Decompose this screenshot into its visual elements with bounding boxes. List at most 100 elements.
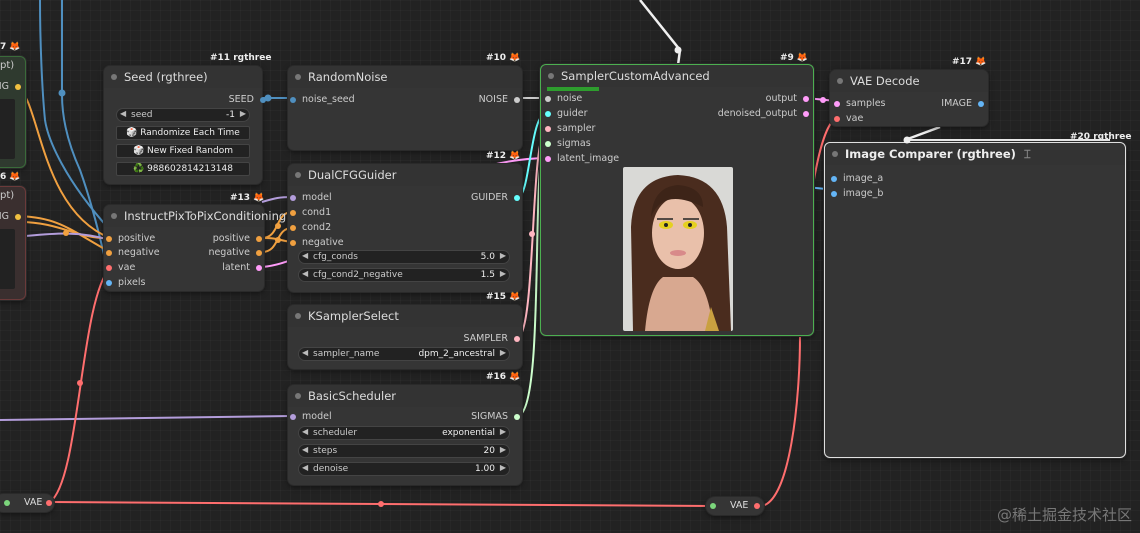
dual-cfg-badge: #12 🦊 bbox=[486, 151, 521, 161]
increment-icon: ▶ bbox=[499, 251, 506, 260]
random-noise-node[interactable]: RandomNoise noise_seed NOISE bbox=[288, 66, 522, 150]
decrement-icon: ◀ bbox=[302, 445, 309, 454]
basic-scheduler-badge: #16 🦊 bbox=[486, 372, 521, 382]
ip2p-output-latent[interactable]: latent bbox=[222, 262, 262, 273]
vae-decode-output-image[interactable]: IMAGE bbox=[941, 98, 984, 109]
partial-node-mid-badge: 6 🦊 bbox=[0, 172, 21, 182]
decrement-icon: ◀ bbox=[120, 109, 127, 118]
partial-node-top-output[interactable]: NG bbox=[0, 81, 21, 92]
reroute-out-dot bbox=[754, 503, 760, 509]
dual-cfg-input-cond2[interactable]: cond2 bbox=[290, 222, 331, 233]
ip2p-input-positive[interactable]: positive bbox=[106, 233, 155, 244]
portrait-illustration bbox=[623, 167, 733, 331]
partial-node-top-label: pt) bbox=[0, 60, 15, 71]
cursor-icon: ⌶ bbox=[1023, 147, 1031, 161]
image-comparer-badge: #20 rgthree bbox=[1070, 132, 1132, 142]
seed-widget[interactable]: ◀ seed -1 ▶ bbox=[116, 108, 250, 122]
random-noise-title[interactable]: RandomNoise bbox=[288, 66, 522, 88]
decrement-icon: ◀ bbox=[302, 463, 309, 472]
sampler-name-widget[interactable]: ◀ sampler_name dpm_2_ancestral ▶ bbox=[298, 347, 510, 361]
new-fixed-random-button[interactable]: 🎲 New Fixed Random bbox=[116, 144, 250, 158]
progress-bar bbox=[547, 87, 599, 91]
reroute-in-dot bbox=[4, 500, 10, 506]
dual-cfg-title[interactable]: DualCFGGuider bbox=[288, 164, 522, 186]
reroute-out-dot bbox=[46, 500, 52, 506]
vae-decode-badge: #17 🦊 bbox=[952, 57, 987, 67]
seed-output[interactable]: SEED bbox=[229, 94, 266, 105]
increment-icon: ▶ bbox=[499, 463, 506, 472]
image-comparer-node[interactable]: Image Comparer (rgthree) ⌶ image_a image_… bbox=[824, 142, 1126, 458]
ksampler-select-output[interactable]: SAMPLER bbox=[463, 333, 520, 344]
vae-reroute-left[interactable]: VAE bbox=[0, 494, 54, 512]
image-comparer-input-b[interactable]: image_b bbox=[831, 188, 883, 199]
increment-icon: ▶ bbox=[499, 445, 506, 454]
random-noise-input-noise-seed[interactable]: noise_seed bbox=[290, 94, 355, 105]
dual-cfg-output-guider[interactable]: GUIDER bbox=[471, 192, 520, 203]
ksampler-select-node[interactable]: KSamplerSelect SAMPLER ◀ sampler_name dpm_… bbox=[288, 305, 522, 369]
increment-icon: ▶ bbox=[239, 109, 246, 118]
sampler-custom-input-sampler[interactable]: sampler bbox=[545, 123, 595, 134]
cfg-cond2-negative-widget[interactable]: ◀ cfg_cond2_negative 1.5 ▶ bbox=[298, 268, 510, 282]
basic-scheduler-input-model[interactable]: model bbox=[290, 411, 332, 422]
decrement-icon: ◀ bbox=[302, 348, 309, 357]
vae-decode-input-samples[interactable]: samples bbox=[834, 98, 886, 109]
randomize-each-time-button[interactable]: 🎲 Randomize Each Time bbox=[116, 126, 250, 140]
vae-decode-input-vae[interactable]: vae bbox=[834, 113, 863, 124]
partial-node-top-badge: 7 🦊 bbox=[0, 42, 21, 52]
cfg-conds-widget[interactable]: ◀ cfg_conds 5.0 ▶ bbox=[298, 250, 510, 264]
decrement-icon: ◀ bbox=[302, 269, 309, 278]
preview-image bbox=[623, 167, 733, 331]
seed-node-title[interactable]: Seed (rgthree) bbox=[104, 66, 262, 88]
ip2p-output-negative[interactable]: negative bbox=[208, 247, 262, 258]
ip2p-input-pixels[interactable]: pixels bbox=[106, 277, 145, 288]
dual-cfg-input-negative[interactable]: negative bbox=[290, 237, 344, 248]
sampler-custom-node[interactable]: SamplerCustomAdvanced noise guider sampl… bbox=[540, 64, 814, 336]
basic-scheduler-node[interactable]: BasicScheduler model SIGMAS ◀ scheduler ex… bbox=[288, 385, 522, 485]
partial-node-top-body bbox=[0, 99, 15, 159]
scheduler-widget[interactable]: ◀ scheduler exponential ▶ bbox=[298, 426, 510, 440]
partial-node-mid-body bbox=[0, 229, 15, 289]
ip2p-node[interactable]: InstructPixToPixConditioning positive ne… bbox=[104, 205, 286, 291]
image-comparer-input-a[interactable]: image_a bbox=[831, 173, 883, 184]
decrement-icon: ◀ bbox=[302, 251, 309, 260]
vae-decode-node[interactable]: VAE Decode samples vae IMAGE bbox=[830, 70, 988, 126]
ksampler-select-title[interactable]: KSamplerSelect bbox=[288, 305, 522, 327]
reroute-in-dot bbox=[710, 503, 716, 509]
seed-node-badge: #11 rgthree bbox=[210, 53, 272, 63]
increment-icon: ▶ bbox=[499, 269, 506, 278]
increment-icon: ▶ bbox=[499, 427, 506, 436]
sampler-custom-input-noise[interactable]: noise bbox=[545, 93, 582, 104]
increment-icon: ▶ bbox=[499, 348, 506, 357]
random-noise-badge: #10 🦊 bbox=[486, 53, 521, 63]
ip2p-badge: #13 🦊 bbox=[230, 193, 265, 203]
denoise-widget[interactable]: ◀ denoise 1.00 ▶ bbox=[298, 462, 510, 476]
sampler-custom-output[interactable]: output bbox=[766, 93, 809, 104]
dual-cfg-input-cond1[interactable]: cond1 bbox=[290, 207, 331, 218]
ip2p-title[interactable]: InstructPixToPixConditioning bbox=[104, 205, 286, 227]
sampler-custom-input-latent[interactable]: latent_image bbox=[545, 153, 619, 164]
steps-widget[interactable]: ◀ steps 20 ▶ bbox=[298, 444, 510, 458]
partial-node-top[interactable]: NG bbox=[0, 56, 26, 168]
dual-cfg-node[interactable]: DualCFGGuider model cond1 cond2 negative… bbox=[288, 164, 522, 292]
image-comparer-title[interactable]: Image Comparer (rgthree) ⌶ bbox=[825, 143, 1125, 165]
vae-decode-title[interactable]: VAE Decode bbox=[830, 70, 988, 92]
random-noise-output[interactable]: NOISE bbox=[479, 94, 520, 105]
partial-node-mid-output[interactable]: NG bbox=[0, 211, 21, 222]
partial-node-mid-label: pt) bbox=[0, 190, 15, 201]
sampler-custom-input-guider[interactable]: guider bbox=[545, 108, 587, 119]
dual-cfg-input-model[interactable]: model bbox=[290, 192, 332, 203]
ip2p-input-negative[interactable]: negative bbox=[106, 247, 160, 258]
sampler-custom-input-sigmas[interactable]: sigmas bbox=[545, 138, 591, 149]
basic-scheduler-title[interactable]: BasicScheduler bbox=[288, 385, 522, 407]
sampler-custom-denoised-output[interactable]: denoised_output bbox=[718, 108, 809, 119]
ip2p-output-positive[interactable]: positive bbox=[213, 233, 262, 244]
watermark: @稀土掘金技术社区 bbox=[996, 506, 1132, 524]
partial-node-mid[interactable]: NG bbox=[0, 186, 26, 300]
ip2p-input-vae[interactable]: vae bbox=[106, 262, 135, 273]
ksampler-select-badge: #15 🦊 bbox=[486, 292, 521, 302]
basic-scheduler-output-sigmas[interactable]: SIGMAS bbox=[471, 411, 520, 422]
seed-node[interactable]: Seed (rgthree) SEED ◀ seed -1 ▶ 🎲 Randomize… bbox=[104, 66, 266, 184]
last-seed-button[interactable]: ♻️ 988602814213148 bbox=[116, 162, 250, 176]
sampler-custom-title[interactable]: SamplerCustomAdvanced bbox=[541, 65, 813, 87]
vae-reroute-right[interactable]: VAE bbox=[706, 497, 764, 515]
